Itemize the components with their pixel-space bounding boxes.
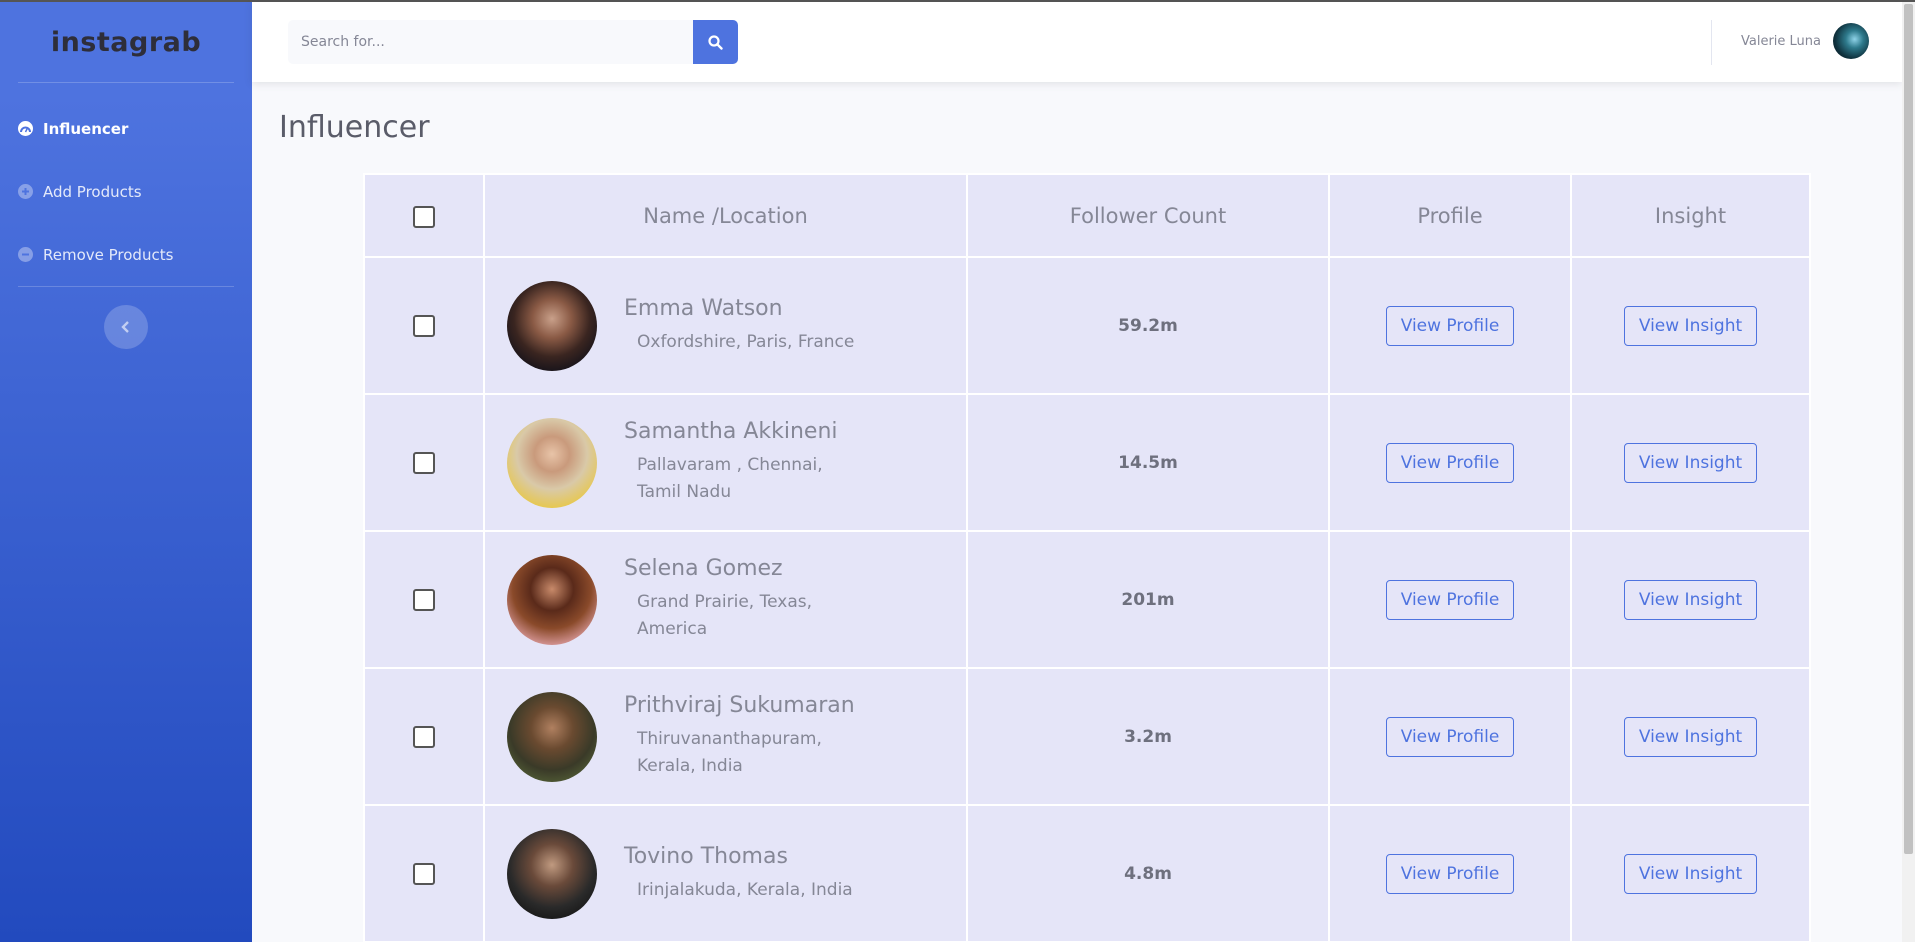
- row-checkbox[interactable]: [413, 862, 435, 885]
- search-form: [288, 20, 738, 64]
- view-profile-button[interactable]: View Profile: [1385, 579, 1515, 620]
- influencer-photo: [507, 554, 597, 645]
- influencer-name: Emma Watson: [624, 295, 783, 321]
- sidebar-item-remove-products[interactable]: Remove Products: [0, 223, 252, 286]
- view-insight-button[interactable]: View Insight: [1623, 442, 1758, 483]
- influencer-photo: [507, 417, 597, 508]
- scrollbar[interactable]: [1902, 2, 1915, 942]
- row-checkbox[interactable]: [413, 725, 435, 748]
- influencer-name: Selena Gomez: [624, 556, 783, 581]
- view-profile-button[interactable]: View Profile: [1385, 716, 1515, 757]
- search-input[interactable]: [288, 20, 693, 64]
- view-insight-button[interactable]: View Insight: [1623, 305, 1758, 346]
- header-select-cell: [363, 173, 485, 258]
- view-insight-button[interactable]: View Insight: [1623, 853, 1758, 894]
- user-name: Valerie Luna: [1740, 33, 1821, 49]
- search-button[interactable]: [693, 20, 738, 64]
- view-insight-button[interactable]: View Insight: [1623, 716, 1758, 757]
- influencer-location: Irinjalakuda, Kerala, India: [637, 879, 853, 900]
- user-menu[interactable]: Valerie Luna: [1741, 23, 1869, 59]
- view-profile-button[interactable]: View Profile: [1385, 853, 1515, 894]
- influencer-location: Thiruvananthapuram, Kerala, India: [637, 729, 822, 776]
- table-row: Selena Gomez Grand Prairie, Texas, Ameri…: [363, 530, 1811, 669]
- header-profile: Profile: [1328, 173, 1572, 258]
- row-checkbox[interactable]: [413, 451, 435, 474]
- table-row: Emma Watson Oxfordshire, Paris, France 5…: [363, 256, 1811, 395]
- sidebar-item-add-products[interactable]: Add Products: [0, 160, 252, 223]
- table-row: Samantha Akkineni Pallavaram , Chennai, …: [363, 393, 1811, 532]
- follower-count: 59.2m: [966, 256, 1330, 395]
- plus-circle-icon: [18, 184, 33, 199]
- sidebar-item-influencer[interactable]: Influencer: [0, 97, 252, 160]
- sidebar-item-label: Add Products: [43, 182, 142, 201]
- follower-count: 14.5m: [966, 393, 1330, 532]
- sidebar: instagrab Influencer Add Products Remove…: [0, 2, 252, 942]
- row-checkbox[interactable]: [413, 314, 435, 337]
- follower-count: 3.2m: [966, 667, 1330, 806]
- sidebar-item-label: Remove Products: [43, 245, 174, 264]
- topbar-divider: [1711, 20, 1712, 65]
- influencer-location: Oxfordshire, Paris, France: [637, 331, 855, 352]
- row-checkbox[interactable]: [413, 588, 435, 611]
- header-insight: Insight: [1570, 173, 1811, 258]
- minus-circle-icon: [18, 247, 33, 262]
- brand-logo[interactable]: instagrab: [0, 2, 252, 82]
- avatar: [1833, 23, 1869, 59]
- table-row: Tovino Thomas Irinjalakuda, Kerala, Indi…: [363, 804, 1811, 942]
- influencer-photo: [507, 280, 597, 371]
- chevron-left-icon: [121, 321, 129, 333]
- influencer-photo: [507, 828, 597, 919]
- search-icon: [708, 34, 723, 50]
- header-follower-count: Follower Count: [966, 173, 1330, 258]
- influencer-name: Samantha Akkineni: [624, 419, 838, 444]
- scroll-thumb[interactable]: [1904, 4, 1913, 854]
- view-profile-button[interactable]: View Profile: [1385, 442, 1515, 483]
- topbar: Valerie Luna: [252, 2, 1902, 82]
- influencer-photo: [507, 691, 597, 782]
- sidebar-toggle-button[interactable]: [104, 305, 148, 349]
- view-profile-button[interactable]: View Profile: [1385, 305, 1515, 346]
- sidebar-divider: [18, 82, 234, 83]
- influencer-location: Pallavaram , Chennai, Tamil Nadu: [637, 455, 823, 502]
- follower-count: 4.8m: [966, 804, 1330, 942]
- header-name-location: Name /Location: [483, 173, 968, 258]
- influencer-name: Prithviraj Sukumaran: [624, 693, 855, 718]
- influencer-location: Grand Prairie, Texas, America: [637, 592, 813, 639]
- view-insight-button[interactable]: View Insight: [1623, 579, 1758, 620]
- page-title: Influencer: [279, 110, 430, 145]
- follower-count: 201m: [966, 530, 1330, 669]
- sidebar-item-label: Influencer: [43, 119, 129, 138]
- table-header-row: Name /Location Follower Count Profile In…: [363, 173, 1811, 258]
- influencer-name: Tovino Thomas: [624, 843, 788, 869]
- table-row: Prithviraj Sukumaran Thiruvananthapuram,…: [363, 667, 1811, 806]
- sidebar-divider: [18, 286, 234, 287]
- tachometer-icon: [18, 121, 33, 136]
- influencer-table: Name /Location Follower Count Profile In…: [363, 173, 1811, 942]
- select-all-checkbox[interactable]: [413, 205, 435, 228]
